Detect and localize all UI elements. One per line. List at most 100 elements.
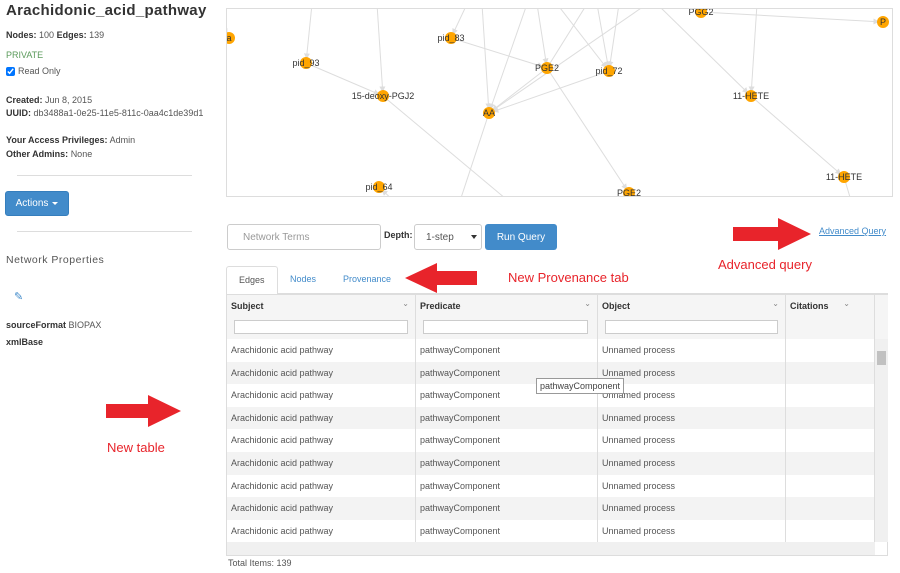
- run-query-button[interactable]: Run Query: [485, 224, 557, 250]
- graph-node[interactable]: PGE2: [535, 62, 559, 74]
- graph-edge: [488, 9, 641, 114]
- table-cell-citations: [786, 406, 875, 430]
- created: Created: Jun 8, 2015: [6, 95, 93, 105]
- annotation-new-table: New table: [107, 440, 165, 455]
- graph-node-label: PGG2: [688, 8, 713, 17]
- table-cell-object: Unnamed process: [598, 406, 786, 430]
- table-row[interactable]: Arachidonic acid pathway pathwayComponent…: [227, 339, 875, 362]
- table-row[interactable]: Arachidonic acid pathway pathwayComponent…: [227, 497, 875, 520]
- graph-node[interactable]: P: [877, 16, 889, 28]
- graph-edge: [488, 9, 526, 114]
- column-header-subject[interactable]: Subject ⌄: [227, 295, 416, 339]
- table-cell-object: Unnamed process: [598, 497, 786, 520]
- graph-edge: [546, 67, 630, 194]
- graph-node-label: PGE2: [535, 63, 559, 73]
- property-xml-base: xmlBase: [6, 337, 44, 347]
- chevron-down-icon: ⌄: [584, 299, 591, 308]
- table-cell-predicate: pathwayComponent: [416, 406, 598, 430]
- graph-node-label: 11-HETE: [733, 91, 769, 101]
- vertical-scrollbar[interactable]: [875, 339, 888, 542]
- table-cell-citations: [786, 519, 875, 543]
- table-cell-object: Unnamed process: [598, 474, 786, 498]
- table-cell-object: Unnamed process: [598, 384, 786, 407]
- actions-button[interactable]: Actions: [5, 191, 69, 216]
- table-row[interactable]: Arachidonic acid pathway pathwayComponent…: [227, 429, 875, 452]
- table-cell-object: Unnamed process: [598, 361, 786, 385]
- table-cell-subject: Arachidonic acid pathway: [227, 474, 416, 498]
- table-cell-predicate: pathwayComponent: [416, 452, 598, 475]
- caret-down-icon: [52, 202, 59, 205]
- visibility-label: PRIVATE: [6, 50, 44, 60]
- property-source-format: sourceFormat BIOPAX: [6, 320, 102, 330]
- table-row[interactable]: Arachidonic acid pathway pathwayComponent…: [227, 474, 875, 498]
- column-header-object[interactable]: Object ⌄: [598, 295, 786, 339]
- graph-edge: [481, 9, 492, 114]
- read-only-label: Read Only: [18, 66, 61, 76]
- other-admins: Other Admins: None: [6, 149, 93, 159]
- table-cell-predicate: pathwayComponent: [416, 497, 598, 520]
- graph-node-label: pid_83: [437, 33, 464, 43]
- table-cell-citations: [786, 497, 875, 520]
- graph-node[interactable]: PGE2: [617, 187, 641, 197]
- table-cell-predicate: pathwayComponent: [416, 429, 598, 452]
- graph-node[interactable]: PGG2: [688, 8, 714, 18]
- graph-edge: [607, 9, 619, 72]
- table-cell-subject: Arachidonic acid pathway: [227, 406, 416, 430]
- graph-node[interactable]: a: [226, 32, 235, 44]
- graph-node[interactable]: 15-deoxy-PGJ2: [352, 90, 415, 102]
- table-cell-predicate: pathwayComponent: [416, 339, 598, 362]
- predicate-filter-input[interactable]: [423, 320, 588, 334]
- network-terms-input[interactable]: Network Terms: [227, 224, 381, 250]
- advanced-query-link[interactable]: Advanced Query: [819, 226, 886, 236]
- horizontal-scrollbar[interactable]: [227, 542, 875, 555]
- graph-edge: [303, 9, 312, 64]
- divider: [17, 231, 192, 232]
- edit-icon[interactable]: ✎: [14, 290, 23, 303]
- column-header-predicate[interactable]: Predicate ⌄: [416, 295, 598, 339]
- counts: Nodes: 100 Edges: 139: [6, 30, 105, 40]
- graph-node[interactable]: pid_83: [437, 32, 465, 44]
- graph-edge: [537, 9, 549, 69]
- table-cell-subject: Arachidonic acid pathway: [227, 519, 416, 543]
- scrollbar-thumb[interactable]: [877, 351, 886, 365]
- tab-provenance[interactable]: Provenance: [331, 266, 403, 295]
- tab-edges[interactable]: Edges: [226, 266, 278, 295]
- graph-node[interactable]: 11-HETE: [733, 90, 769, 102]
- graph-edge: [748, 9, 758, 97]
- graph-edge: [750, 95, 845, 178]
- table-row[interactable]: Arachidonic acid pathway pathwayComponent…: [227, 519, 875, 543]
- graph-node-label: pid_93: [292, 58, 319, 68]
- edges-table: Subject ⌄ Predicate ⌄ Object ⌄ Citations ⌄ A…: [226, 294, 888, 556]
- chevron-down-icon: ⌄: [402, 299, 409, 308]
- graph-node-label: P: [880, 17, 886, 27]
- chevron-down-icon: ⌄: [772, 299, 779, 308]
- graph-node-label: 15-deoxy-PGJ2: [352, 91, 415, 101]
- table-row[interactable]: Arachidonic acid pathway pathwayComponent…: [227, 452, 875, 475]
- graph-node[interactable]: pid_93: [292, 57, 320, 69]
- subject-filter-input[interactable]: [234, 320, 408, 334]
- graph-node[interactable]: pid_64: [365, 181, 393, 193]
- annotation-arrow-right-icon: [733, 218, 811, 250]
- network-graph-canvas[interactable]: a pid_93 pid_83 PGE2 pid_72 PGG2 P 15-deoxy-PGJ…: [226, 8, 893, 197]
- table-cell-subject: Arachidonic acid pathway: [227, 361, 416, 385]
- table-cell-subject: Arachidonic acid pathway: [227, 384, 416, 407]
- table-cell-predicate: pathwayComponent: [416, 519, 598, 543]
- table-cell-citations: [786, 339, 875, 362]
- table-cell-subject: Arachidonic acid pathway: [227, 497, 416, 520]
- graph-node-label: pid_64: [365, 182, 392, 192]
- tab-nodes[interactable]: Nodes: [278, 266, 328, 295]
- table-row[interactable]: Arachidonic acid pathway pathwayComponent…: [227, 406, 875, 430]
- depth-select[interactable]: 1-step: [414, 224, 482, 250]
- table-cell-object: Unnamed process: [598, 429, 786, 452]
- graph-edge: [461, 112, 490, 196]
- object-filter-input[interactable]: [605, 320, 778, 334]
- graph-node-label: 11-HETE: [826, 172, 862, 182]
- graph-node[interactable]: pid_72: [595, 65, 623, 77]
- depth-label: Depth:: [384, 230, 413, 240]
- graph-node[interactable]: AA: [483, 107, 495, 119]
- column-header-citations[interactable]: Citations ⌄: [786, 295, 875, 339]
- read-only-checkbox-row[interactable]: Read Only: [6, 66, 61, 76]
- graph-node[interactable]: 11-HETE: [826, 171, 862, 183]
- table-cell-object: Unnamed process: [598, 452, 786, 475]
- read-only-checkbox[interactable]: [6, 66, 15, 76]
